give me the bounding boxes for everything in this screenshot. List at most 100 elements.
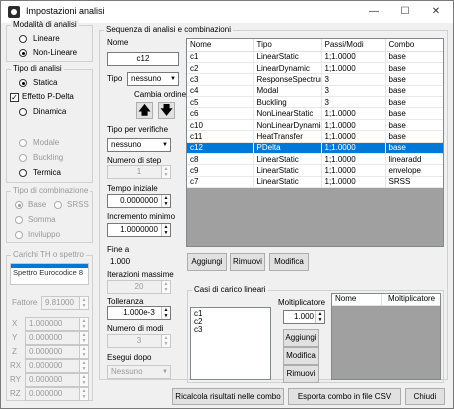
tempo-input[interactable]: 0.0000000 ▲ ▼ <box>107 194 171 208</box>
label-modale: Modale <box>33 138 60 147</box>
table-row[interactable]: c12 PDelta 1;1.0000 base <box>187 142 443 155</box>
aggiungi-button[interactable]: Aggiungi <box>187 253 227 271</box>
minimize-button[interactable]: — <box>359 3 389 21</box>
header-nome[interactable]: Nome <box>187 39 254 52</box>
carichi-group: Carichi TH o spettro Spettro Eurocodice … <box>6 250 93 401</box>
table-row[interactable]: c2 LinearDynamic 1;1.0000 base <box>187 62 443 75</box>
radio-statica[interactable] <box>19 79 27 87</box>
close-window-button[interactable]: ✕ <box>421 3 451 21</box>
tolleranza-input[interactable]: 1.000e-3 ▲ ▼ <box>107 306 171 320</box>
table-cell: SRSS <box>385 176 443 189</box>
casi-modifica-button[interactable]: Modifica <box>283 347 319 365</box>
table-cell: 1;1.0000 <box>321 130 386 143</box>
table-row[interactable]: c3 ResponseSpectrum 3 base <box>187 73 443 86</box>
esporta-csv-button[interactable]: Esporta combo in file CSV <box>288 388 401 405</box>
table-cell: c3 <box>187 73 254 86</box>
header-passi[interactable]: Passi/Modi <box>321 39 386 52</box>
table-cell: c7 <box>187 176 254 189</box>
incremento-input[interactable]: 1.0000000 ▲ ▼ <box>107 223 171 237</box>
rimuovi-button[interactable]: Rimuovi <box>230 253 265 271</box>
table-row[interactable]: c9 LinearStatic 1;1.0000 envelope <box>187 164 443 177</box>
step-label: Numero di step <box>107 156 162 165</box>
y-input[interactable]: 0.000000 ▲ ▼ <box>25 331 89 345</box>
table-cell: 3 <box>321 96 386 109</box>
modifica-button[interactable]: Modifica <box>269 253 309 271</box>
radio-dinamica[interactable] <box>19 108 27 116</box>
table-cell: c9 <box>187 164 254 177</box>
casi-title: Casi di carico lineari <box>192 285 268 294</box>
radio-modale[interactable] <box>19 139 27 147</box>
table-row[interactable]: c1 LinearStatic 1;1.0000 base <box>187 51 443 63</box>
rx-label: RX <box>10 361 22 370</box>
x-input[interactable]: 1.000000 ▲ ▼ <box>25 317 89 331</box>
table-cell: 1;1.0000 <box>321 142 386 155</box>
rz-label: RZ <box>10 389 21 398</box>
moltiplicatore-input[interactable]: 1.000 ▲ ▼ <box>283 310 325 324</box>
table-cell: envelope <box>385 164 443 177</box>
table-row[interactable]: c7 LinearStatic 1;1.0000 SRSS <box>187 176 443 189</box>
chiudi-button[interactable]: Chiudi <box>405 388 445 405</box>
table-row[interactable]: c4 Modal 3 base <box>187 85 443 98</box>
table-row[interactable]: c5 Buckling 3 base <box>187 96 443 109</box>
table-cell: c8 <box>187 153 254 166</box>
radio-srss[interactable] <box>54 201 62 209</box>
fattore-input[interactable]: 9.81000 ▲ ▼ <box>41 296 89 310</box>
table-cell: c1 <box>187 51 254 63</box>
casi-list-item[interactable]: c2 <box>194 318 267 326</box>
combo-table-header: Nome Tipo Passi/Modi Combo <box>187 39 443 52</box>
radio-base[interactable] <box>15 201 23 209</box>
carichi-list[interactable]: Spettro Eurocodice 8 <box>10 263 89 285</box>
table-cell: LinearStatic <box>253 51 322 63</box>
casi-list-item[interactable]: c1 <box>194 310 267 318</box>
move-up-button[interactable]: 🡅 <box>136 102 153 119</box>
table-row[interactable]: c6 NonLinearStatic 1;1.0000 base <box>187 107 443 120</box>
label-srss: SRSS <box>67 200 89 209</box>
radio-non-lineare[interactable] <box>19 49 27 57</box>
radio-lineare[interactable] <box>19 35 27 43</box>
move-down-button[interactable]: 🡇 <box>158 102 175 119</box>
casi-table-header: Nome Moltiplicatore <box>332 294 440 306</box>
radio-inviluppo[interactable] <box>15 231 23 239</box>
table-row[interactable]: c11 HeatTransfer 1;1.0000 base <box>187 130 443 143</box>
header-combo[interactable]: Combo <box>385 39 443 52</box>
label-dinamica: Dinamica <box>33 107 67 116</box>
table-cell: c4 <box>187 85 254 98</box>
nome-input[interactable]: c12 <box>107 52 179 66</box>
casi-list-item[interactable]: c3 <box>194 326 267 334</box>
table-row[interactable]: c8 LinearStatic 1;1.0000 linearadd <box>187 153 443 166</box>
esegui-dopo-select[interactable]: Nessuno ▼ <box>107 365 171 379</box>
casi-rimuovi-button[interactable]: Rimuovi <box>283 365 319 383</box>
table-row[interactable]: c10 NonLinearDynamic 1;1.0000 base <box>187 119 443 132</box>
table-cell: LinearStatic <box>253 176 322 189</box>
casi-header-moltiplicatore[interactable]: Moltiplicatore <box>382 294 435 305</box>
modalita-title: Modalità di analisi <box>11 20 79 29</box>
label-termica: Termica <box>33 168 62 177</box>
table-cell: base <box>385 51 443 63</box>
radio-somma[interactable] <box>15 216 23 224</box>
ry-input[interactable]: 0.000000 ▲ ▼ <box>25 373 89 387</box>
casi-list[interactable]: c1 c2 c3 <box>190 307 271 380</box>
radio-buckling[interactable] <box>19 154 27 162</box>
tipo-verifiche-select[interactable]: nessuno ▼ <box>107 138 171 152</box>
rx-input[interactable]: 0.000000 ▲ ▼ <box>25 359 89 373</box>
z-input[interactable]: 0.000000 ▲ ▼ <box>25 345 89 359</box>
tipo-select[interactable]: nessuno ▼ <box>127 72 179 86</box>
checkbox-pdelta[interactable]: ✓ <box>10 93 19 102</box>
ricalcola-button[interactable]: Ricalcola risultati nelle combo <box>172 388 284 405</box>
radio-termica[interactable] <box>19 169 27 177</box>
label-lineare: Lineare <box>33 34 60 43</box>
fine-value: 1.000 <box>110 257 131 266</box>
modi-input[interactable]: 3 ▲ ▼ <box>107 334 171 348</box>
carichi-list-item[interactable]: Spettro Eurocodice 8 <box>11 268 88 277</box>
iterazioni-input[interactable]: 20 ▲ ▼ <box>107 280 171 294</box>
casi-aggiungi-button[interactable]: Aggiungi <box>283 329 319 347</box>
header-tipo[interactable]: Tipo <box>253 39 322 52</box>
table-cell: 1;1.0000 <box>321 62 386 75</box>
table-cell: LinearStatic <box>253 164 322 177</box>
label-base: Base <box>28 200 47 209</box>
app-icon <box>8 6 20 18</box>
casi-header-nome[interactable]: Nome <box>332 294 382 305</box>
rz-input[interactable]: 0.000000 ▲ ▼ <box>25 387 89 401</box>
step-input[interactable]: 1 ▲ ▼ <box>107 165 171 179</box>
maximize-button[interactable]: ☐ <box>390 3 420 21</box>
